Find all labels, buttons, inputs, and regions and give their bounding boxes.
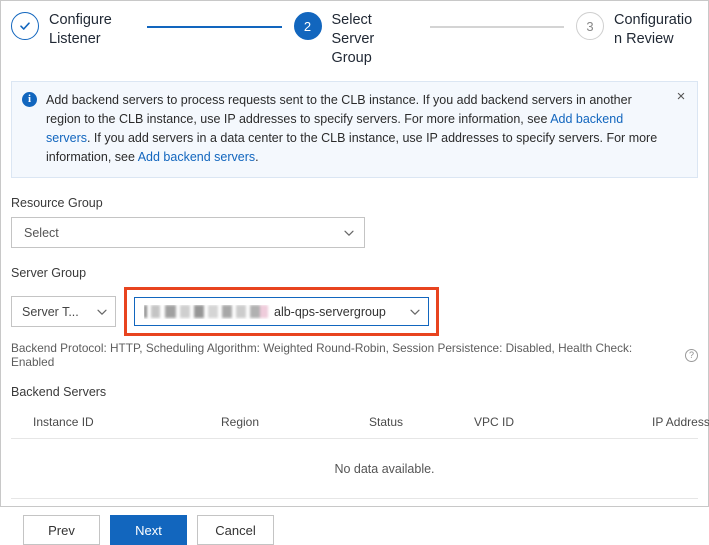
cancel-button[interactable]: Cancel — [197, 515, 274, 545]
connector-2-wrap — [418, 11, 577, 28]
wizard-stepper: Configure Listener 2 Select Server Group… — [1, 1, 708, 73]
server-group-name: alb-qps-servergroup — [274, 304, 386, 319]
column-header-region: Region — [221, 415, 260, 429]
connector-1-wrap — [135, 11, 294, 28]
step-select-server-group[interactable]: 2 Select Server Group — [293, 11, 418, 68]
column-header-status: Status — [369, 415, 404, 429]
wizard-page: Configure Listener 2 Select Server Group… — [1, 1, 709, 545]
column-header-ip-address: IP Address — [652, 415, 709, 429]
add-backend-servers-link-2[interactable]: Add backend servers — [138, 150, 255, 164]
table-header-row: Instance ID Region Status VPC ID IP Addr… — [11, 409, 709, 439]
step-connector-1 — [147, 26, 282, 28]
server-group-row: Server T... alb-qps-servergroup — [11, 287, 698, 336]
step-2-circle: 2 — [293, 12, 322, 40]
banner-text-3: . — [255, 150, 259, 164]
close-icon[interactable]: × — [673, 89, 689, 105]
resource-group-value: Select — [24, 225, 59, 240]
server-group-label: Server Group — [11, 266, 87, 280]
redacted-server-group-id — [144, 305, 268, 318]
step-3-circle: 3 — [576, 12, 604, 40]
resource-group-select[interactable]: Select — [11, 217, 365, 248]
server-type-value: Server T... — [22, 304, 79, 319]
chevron-down-icon — [96, 306, 108, 318]
step-1-circle — [11, 12, 39, 40]
step-1-label: Configure Listener — [49, 12, 112, 47]
wizard-footer: Prev Next Cancel — [11, 499, 698, 545]
step-configure-listener[interactable]: Configure Listener — [11, 11, 135, 49]
step-2-label: Select Server Group — [331, 12, 375, 66]
info-banner: i Add backend servers to process request… — [11, 81, 698, 178]
chevron-down-icon — [409, 306, 421, 318]
table-empty-state: No data available. — [11, 439, 698, 499]
info-icon: i — [22, 92, 37, 107]
step-configuration-review[interactable]: 3 Configuration Review — [576, 11, 700, 49]
server-group-highlight-box: alb-qps-servergroup — [124, 287, 439, 336]
server-group-select[interactable]: alb-qps-servergroup — [134, 297, 429, 326]
step-3-label: Configuration Review — [614, 12, 693, 47]
column-header-instance-id: Instance ID — [33, 415, 94, 429]
chevron-down-icon — [343, 227, 355, 239]
column-header-vpc-id: VPC ID — [474, 415, 515, 429]
prev-button[interactable]: Prev — [23, 515, 100, 545]
help-icon[interactable]: ? — [685, 348, 698, 362]
server-group-meta: Backend Protocol: HTTP, Scheduling Algor… — [11, 341, 698, 369]
check-icon — [18, 19, 32, 33]
step-connector-2 — [429, 26, 564, 28]
server-group-value: alb-qps-servergroup — [144, 305, 386, 319]
next-button[interactable]: Next — [110, 515, 187, 545]
backend-servers-title: Backend Servers — [11, 385, 107, 399]
backend-servers-table: Instance ID Region Status VPC ID IP Addr… — [11, 408, 709, 499]
server-type-select[interactable]: Server T... — [11, 296, 116, 327]
banner-text-1: Add backend servers to process requests … — [46, 93, 632, 126]
server-group-meta-text: Backend Protocol: HTTP, Scheduling Algor… — [11, 341, 633, 369]
form-area: Resource Group Select Server Group Serve… — [1, 196, 709, 545]
resource-group-label: Resource Group — [11, 196, 103, 210]
